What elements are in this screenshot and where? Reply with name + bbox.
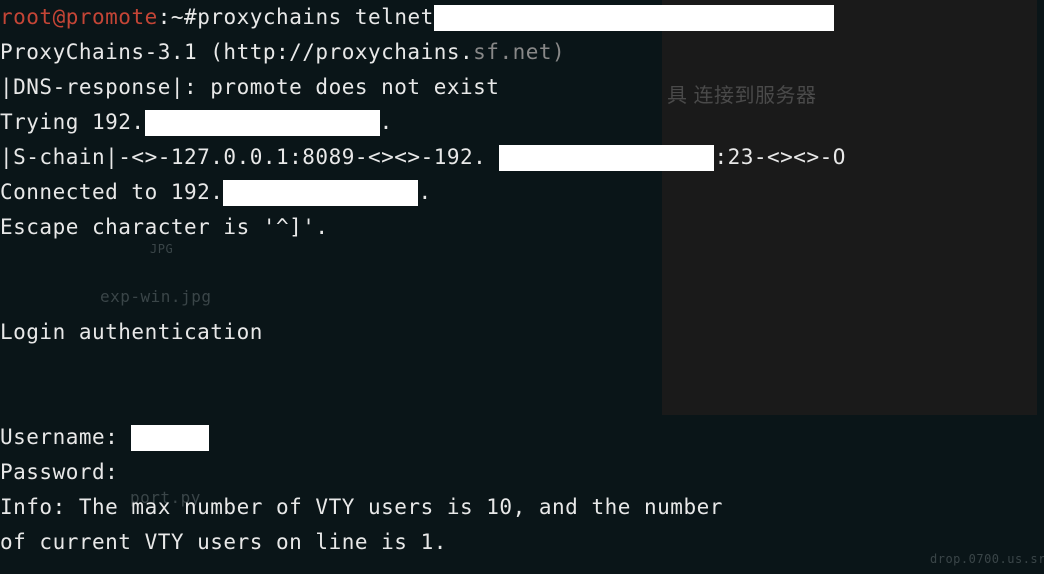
redacted-block-2 — [145, 110, 380, 136]
output-text: :23-<><>-O — [714, 140, 845, 175]
output-text: |S-chain|-<>-127.0.0.1:8089-<><>-192. — [0, 140, 486, 175]
output-line-3: Trying 192.. — [0, 105, 1044, 140]
output-text: Trying 192. — [0, 105, 145, 140]
output-line-1: ProxyChains-3.1 (http://proxychains.sf.n… — [0, 35, 1044, 70]
prompt-line[interactable]: root@promote:~# proxychains telnet — [0, 0, 1044, 35]
prompt-sep: :~# — [158, 0, 197, 35]
redacted-block-3 — [499, 145, 714, 171]
output-text: ProxyChains-3.1 (http://proxychains. — [0, 35, 473, 70]
redacted-block-1 — [434, 5, 834, 31]
output-text: Connected to 192. — [0, 175, 223, 210]
prompt-user: root — [0, 0, 53, 35]
output-text: Login authentication — [0, 315, 263, 350]
output-line-10: Info: The max number of VTY users is 10,… — [0, 490, 1044, 525]
output-text: Info: The max number of VTY users is 10,… — [0, 490, 723, 525]
prompt-host: promote — [66, 0, 158, 35]
prompt-at: @ — [53, 0, 66, 35]
output-line-6: Escape character is '^]'. — [0, 210, 1044, 245]
output-text: of current VTY users on line is 1. — [0, 525, 447, 560]
output-text: . — [380, 105, 393, 140]
output-text: . — [418, 175, 431, 210]
output-line-7: Login authentication — [0, 315, 1044, 350]
output-line-9[interactable]: Password: — [0, 455, 1044, 490]
output-line-8[interactable]: Username: — [0, 420, 1044, 455]
output-text-dim: sf.net) — [473, 35, 565, 70]
redacted-block-5 — [131, 425, 209, 451]
output-line-2: |DNS-response|: promote does not exist — [0, 70, 1044, 105]
output-line-5: Connected to 192.. — [0, 175, 1044, 210]
output-text: Escape character is '^]'. — [0, 210, 329, 245]
password-label: Password: — [0, 455, 118, 490]
output-text: |DNS-response|: promote does not exist — [0, 70, 499, 105]
command-text: proxychains telnet — [197, 0, 434, 35]
terminal-output[interactable]: root@promote:~# proxychains telnet Proxy… — [0, 0, 1044, 560]
output-line-11: of current VTY users on line is 1. — [0, 525, 1044, 560]
output-line-4: |S-chain|-<>-127.0.0.1:8089-<><>-192. :2… — [0, 140, 1044, 175]
redacted-block-4 — [223, 180, 418, 206]
username-label: Username: — [0, 420, 118, 455]
